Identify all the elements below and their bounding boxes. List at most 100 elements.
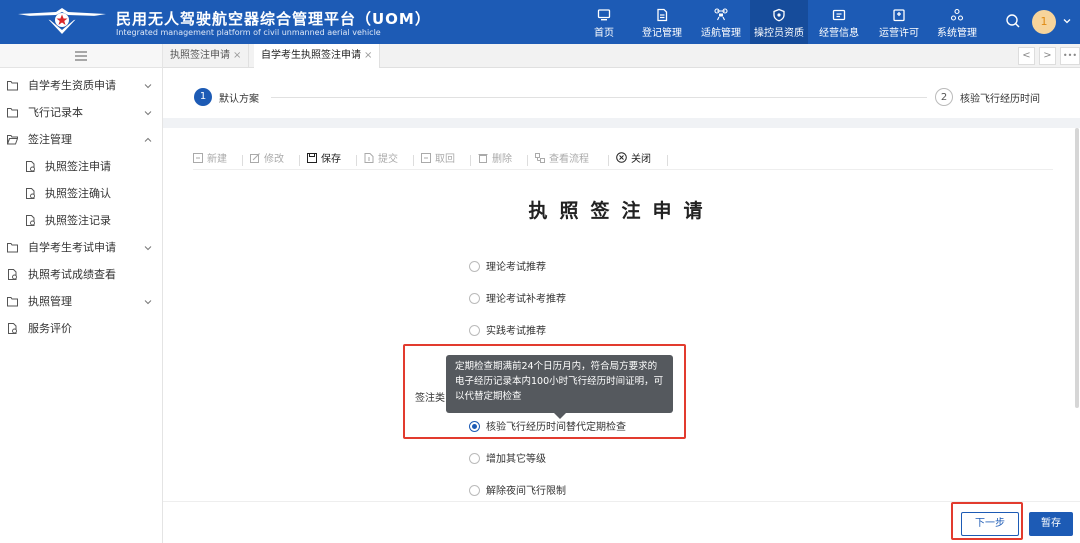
step-2-label: 核验飞行经历时间 — [960, 94, 1040, 105]
sidebar-item-service-evaluation[interactable]: 服务评价 — [0, 315, 162, 342]
sidebar-item-label: 签注管理 — [28, 133, 72, 146]
sidebar-item-label: 自学考生考试申请 — [28, 241, 116, 254]
tab-self-study-license-endorsement[interactable]: 自学考生执照签注申请 × — [254, 44, 381, 68]
view-flow-button[interactable]: 查看流程 — [535, 152, 589, 168]
nav-operator-qualification[interactable]: 操控员资质 — [750, 0, 808, 44]
nav-label: 登记管理 — [642, 28, 682, 39]
nav-home[interactable]: 首页 — [586, 0, 622, 44]
toolbar-divider — [413, 155, 414, 166]
toolbar-label: 关闭 — [631, 154, 651, 165]
option-theory-exam[interactable]: 理论考试推荐 — [469, 260, 546, 277]
close-icon[interactable]: × — [364, 50, 372, 61]
toolbar-divider — [527, 155, 528, 166]
radio-button[interactable] — [469, 324, 480, 336]
toolbar-divider — [356, 155, 357, 166]
nav-label: 适航管理 — [701, 28, 741, 39]
edit-button[interactable]: 修改 — [250, 152, 284, 168]
submit-icon — [364, 153, 374, 163]
nav-label: 经营信息 — [819, 28, 859, 39]
badge-icon — [893, 9, 905, 22]
sidebar-item-flight-logbook[interactable]: 飞行记录本 — [0, 99, 162, 126]
folder-icon — [7, 108, 18, 118]
temp-save-button[interactable]: 暂存 — [1029, 512, 1073, 536]
radio-button[interactable] — [469, 260, 480, 272]
toolbar-divider — [667, 155, 668, 166]
cluster-icon — [950, 8, 964, 21]
option-add-rating[interactable]: 增加其它等级 — [469, 452, 546, 469]
sidebar-item-license-endorsement-records[interactable]: 执照签注记录 — [0, 207, 162, 234]
sidebar-item-license-exam-scores[interactable]: 执照考试成绩查看 — [0, 261, 162, 288]
folder-icon — [7, 243, 18, 253]
option-remove-night-limit[interactable]: 解除夜间飞行限制 — [469, 484, 566, 501]
step-1-label: 默认方案 — [219, 94, 259, 105]
toolbar-label: 保存 — [321, 154, 341, 165]
app-title: 民用无人驾驶航空器综合管理平台（UOM） — [116, 10, 431, 28]
sidebar: 自学考生资质申请 飞行记录本 签注管理 执照签注申请 执照签注确认 执照签注记录… — [0, 44, 163, 543]
sidebar-item-license-endorsement-apply[interactable]: 执照签注申请 — [0, 153, 162, 180]
form-toolbar: 新建 修改 保存 提交 取回 删除 查看流程 关闭 — [193, 152, 1053, 170]
toolbar-divider — [299, 155, 300, 166]
file-icon — [26, 215, 35, 226]
tab-license-endorsement[interactable]: 执照签注申请 × — [163, 44, 250, 68]
submit-button[interactable]: 提交 — [364, 152, 398, 168]
radio-button[interactable] — [469, 484, 480, 496]
nav-label: 操控员资质 — [754, 28, 804, 39]
step-connector — [271, 97, 927, 98]
nav-registration[interactable]: 登记管理 — [636, 0, 688, 44]
tab-next-button[interactable]: > — [1039, 47, 1056, 65]
sidebar-item-endorsement-management[interactable]: 签注管理 — [0, 126, 162, 153]
option-theory-retake[interactable]: 理论考试补考推荐 — [469, 292, 566, 309]
chevron-down-icon — [144, 84, 152, 89]
folder-icon — [7, 81, 18, 91]
toolbar-divider — [608, 155, 609, 166]
sidebar-item-label: 自学考生资质申请 — [28, 79, 116, 92]
folder-icon — [7, 297, 18, 307]
content-scrollbar[interactable] — [1075, 128, 1079, 408]
monitor-icon — [597, 9, 611, 21]
toolbar-label: 新建 — [207, 154, 227, 165]
nav-label: 运营许可 — [879, 28, 919, 39]
step-2-number: 2 — [935, 88, 953, 106]
toolbar-label: 删除 — [492, 154, 512, 165]
sidebar-item-label: 执照签注申请 — [45, 160, 111, 173]
sidebar-item-license-endorsement-confirm[interactable]: 执照签注确认 — [0, 180, 162, 207]
sidebar-toggle-bar — [0, 44, 162, 68]
option-label: 解除夜间飞行限制 — [486, 486, 566, 497]
close-icon[interactable]: × — [233, 50, 241, 61]
floppy-icon — [307, 153, 317, 163]
tab-prev-button[interactable]: < — [1018, 47, 1035, 65]
new-button[interactable]: 新建 — [193, 152, 227, 168]
search-icon[interactable] — [1004, 12, 1022, 30]
option-label: 实践考试推荐 — [486, 326, 546, 337]
caac-logo — [18, 8, 106, 34]
close-button[interactable]: 关闭 — [616, 152, 651, 168]
sidebar-item-label: 执照签注记录 — [45, 214, 111, 227]
sidebar-item-self-study-exam-apply[interactable]: 自学考生考试申请 — [0, 234, 162, 261]
nav-airworthiness[interactable]: 适航管理 — [695, 0, 747, 44]
new-icon — [193, 153, 203, 163]
hamburger-icon[interactable] — [75, 51, 87, 61]
highlight-box-option — [403, 344, 686, 439]
folder-open-icon — [7, 135, 18, 145]
radio-button[interactable] — [469, 292, 480, 304]
form-footer: 下一步 暂存 — [163, 501, 1080, 543]
drone-icon — [714, 8, 728, 21]
chevron-down-icon — [144, 246, 152, 251]
sidebar-item-label: 执照签注确认 — [45, 187, 111, 200]
nav-business-info[interactable]: 经营信息 — [813, 0, 865, 44]
tab-more-button[interactable]: ••• — [1060, 47, 1080, 65]
sidebar-item-self-study-qualification[interactable]: 自学考生资质申请 — [0, 72, 162, 99]
chevron-down-icon[interactable] — [1062, 16, 1072, 26]
nav-system-management[interactable]: 系统管理 — [931, 0, 983, 44]
radio-button[interactable] — [469, 452, 480, 464]
sidebar-item-license-management[interactable]: 执照管理 — [0, 288, 162, 315]
option-practical-exam[interactable]: 实践考试推荐 — [469, 324, 546, 341]
user-avatar[interactable]: 1 — [1032, 10, 1056, 34]
nav-operation-license[interactable]: 运营许可 — [873, 0, 925, 44]
file-icon — [8, 323, 17, 334]
retrieve-button[interactable]: 取回 — [421, 152, 455, 168]
delete-button[interactable]: 删除 — [478, 152, 512, 168]
chevron-up-icon — [144, 137, 152, 142]
highlight-box-next — [951, 502, 1023, 540]
save-button[interactable]: 保存 — [307, 152, 341, 168]
